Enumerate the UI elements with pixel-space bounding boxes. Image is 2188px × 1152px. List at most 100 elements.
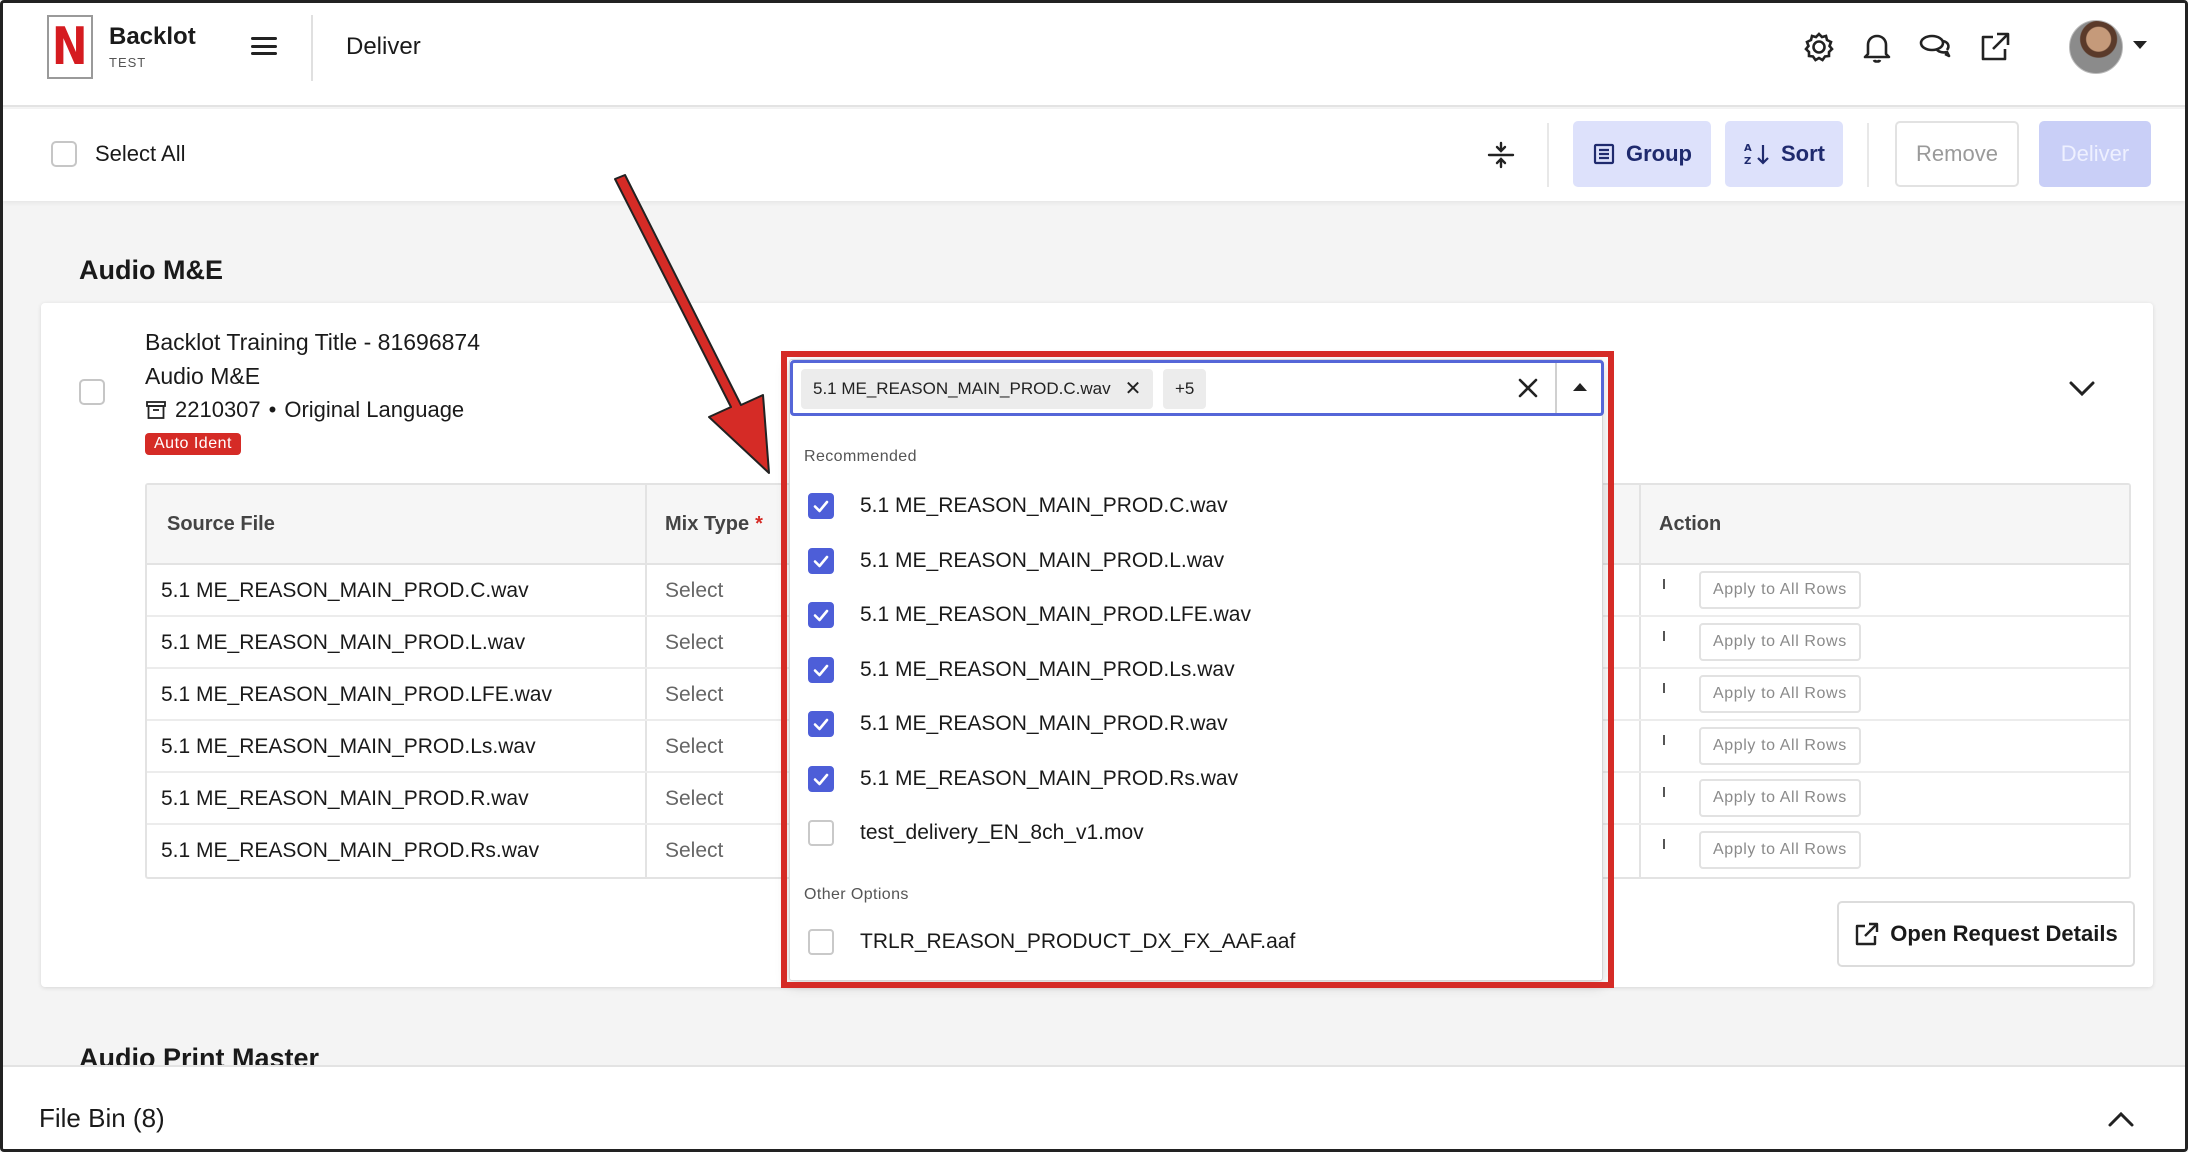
- gear-icon[interactable]: [1801, 29, 1837, 65]
- request-title: Backlot Training Title - 81696874: [145, 329, 480, 355]
- select-all-checkbox[interactable]: [51, 141, 77, 167]
- chevron-up-icon[interactable]: [1573, 383, 1587, 391]
- open-request-details-button[interactable]: Open Request Details: [1837, 901, 2135, 967]
- request-checkbox[interactable]: [79, 379, 105, 405]
- source-file-cell: 5.1 ME_REASON_MAIN_PROD.Rs.wav: [161, 839, 540, 862]
- svg-text:A: A: [1744, 143, 1752, 154]
- option-label: 5.1 ME_REASON_MAIN_PROD.L.wav: [860, 548, 1225, 572]
- option-checkbox[interactable]: [808, 711, 834, 737]
- selected-file-chip[interactable]: 5.1 ME_REASON_MAIN_PROD.C.wav ✕: [801, 369, 1154, 409]
- apply-to-all-rows-button[interactable]: Apply to All Rows: [1699, 831, 1861, 869]
- toolbar-divider: [1547, 123, 1549, 187]
- clear-selection-icon[interactable]: [1513, 373, 1543, 403]
- dropdown-option[interactable]: 5.1 ME_REASON_MAIN_PROD.C.wav: [808, 486, 1578, 526]
- chat-icon[interactable]: [1917, 29, 1953, 65]
- brand-name: Backlot: [109, 23, 196, 50]
- option-checkbox[interactable]: [808, 547, 834, 574]
- option-checkbox[interactable]: [808, 493, 834, 519]
- option-checkbox[interactable]: [808, 765, 834, 792]
- dropdown-option[interactable]: test_delivery_EN_8ch_v1.mov: [808, 813, 1578, 853]
- column-divider: [645, 669, 647, 719]
- sort-button-label: Sort: [1781, 141, 1825, 166]
- dropdown-option[interactable]: TRLR_REASON_PRODUCT_DX_FX_AAF.aaf: [808, 922, 1578, 962]
- column-divider: [645, 773, 647, 823]
- menu-icon[interactable]: [251, 35, 277, 57]
- check-icon: [813, 718, 829, 731]
- check-icon: [813, 609, 829, 622]
- mix-type-select[interactable]: Select: [665, 839, 723, 863]
- selected-file-chip-label: 5.1 ME_REASON_MAIN_PROD.C.wav: [813, 379, 1111, 398]
- avatar[interactable]: [2069, 20, 2123, 74]
- option-checkbox[interactable]: [808, 602, 834, 628]
- apply-to-all-rows-button[interactable]: Apply to All Rows: [1699, 779, 1861, 817]
- row-tick: [1663, 631, 1665, 641]
- column-divider: [645, 721, 647, 771]
- option-checkbox[interactable]: [808, 656, 834, 683]
- dropdown-option[interactable]: 5.1 ME_REASON_MAIN_PROD.Rs.wav: [808, 759, 1578, 799]
- mix-type-select[interactable]: Select: [665, 735, 723, 759]
- brand-logo[interactable]: N: [47, 15, 93, 79]
- dropdown-option[interactable]: 5.1 ME_REASON_MAIN_PROD.Ls.wav: [808, 650, 1578, 690]
- column-divider: [1639, 721, 1641, 771]
- bell-icon[interactable]: [1859, 29, 1895, 65]
- option-label: TRLR_REASON_PRODUCT_DX_FX_AAF.aaf: [860, 930, 1296, 953]
- request-language: Original Language: [284, 397, 465, 422]
- option-checkbox[interactable]: [808, 929, 834, 955]
- source-file-multiselect[interactable]: 5.1 ME_REASON_MAIN_PROD.C.wav ✕ +5: [790, 360, 1604, 416]
- top-header: N Backlot TEST Deliver: [3, 3, 2185, 107]
- apply-to-all-rows-button[interactable]: Apply to All Rows: [1699, 623, 1861, 661]
- toolbar-divider: [1867, 123, 1869, 187]
- dropdown-option[interactable]: 5.1 ME_REASON_MAIN_PROD.LFE.wav: [808, 595, 1578, 635]
- request-id: 2210307: [175, 397, 261, 422]
- auto-ident-badge: Auto Ident: [145, 433, 241, 455]
- column-divider: [1639, 669, 1641, 719]
- collapse-rows-icon[interactable]: [1485, 139, 1517, 171]
- apply-to-all-rows-button[interactable]: Apply to All Rows: [1699, 727, 1861, 765]
- apply-to-all-rows-button[interactable]: Apply to All Rows: [1699, 571, 1861, 609]
- sort-az-icon: A Z: [1744, 143, 1769, 167]
- option-checkbox[interactable]: [808, 820, 834, 846]
- archive-icon: [146, 401, 166, 419]
- source-file-cell: 5.1 ME_REASON_MAIN_PROD.LFE.wav: [161, 683, 552, 706]
- source-file-cell: 5.1 ME_REASON_MAIN_PROD.Ls.wav: [161, 735, 536, 758]
- chip-remove-icon[interactable]: ✕: [1125, 379, 1142, 399]
- request-meta: 2210307 • Original Language: [145, 397, 464, 423]
- option-label: 5.1 ME_REASON_MAIN_PROD.R.wav: [860, 712, 1228, 735]
- group-button[interactable]: Group: [1573, 121, 1711, 187]
- row-tick: [1663, 787, 1665, 797]
- chevron-down-icon[interactable]: [2065, 371, 2099, 405]
- required-mark: *: [755, 513, 763, 535]
- dropdown-option[interactable]: 5.1 ME_REASON_MAIN_PROD.R.wav: [808, 704, 1578, 744]
- mix-type-select[interactable]: Select: [665, 787, 723, 811]
- file-bin-panel[interactable]: File Bin (8): [3, 1065, 2185, 1149]
- header-mix-type: Mix Type *: [665, 513, 763, 536]
- mix-type-select[interactable]: Select: [665, 631, 723, 655]
- chevron-up-icon[interactable]: [2103, 1101, 2139, 1137]
- column-divider: [1639, 485, 1641, 563]
- dropdown-option[interactable]: 5.1 ME_REASON_MAIN_PROD.L.wav: [808, 541, 1578, 581]
- apply-to-all-rows-button[interactable]: Apply to All Rows: [1699, 675, 1861, 713]
- column-divider: [645, 825, 647, 877]
- option-label: 5.1 ME_REASON_MAIN_PROD.Rs.wav: [860, 766, 1239, 790]
- row-tick: [1663, 839, 1665, 849]
- header-divider: [311, 15, 313, 81]
- account-caret-icon[interactable]: [2133, 41, 2147, 49]
- mix-type-select[interactable]: Select: [665, 579, 723, 603]
- deliver-button[interactable]: Deliver: [2039, 121, 2151, 187]
- external-link-icon[interactable]: [1977, 29, 2013, 65]
- source-file-cell: 5.1 ME_REASON_MAIN_PROD.L.wav: [161, 631, 526, 654]
- file-bin-title: File Bin (8): [39, 1103, 165, 1133]
- column-divider: [1639, 565, 1641, 615]
- check-icon: [813, 664, 829, 676]
- svg-text:Z: Z: [1744, 156, 1751, 167]
- check-icon: [813, 555, 829, 567]
- group-button-label: Group: [1626, 141, 1692, 166]
- sort-button[interactable]: A Z Sort: [1725, 121, 1843, 187]
- group-other-options: Other Options: [804, 886, 909, 903]
- app-window: N Backlot TEST Deliver Select All Group …: [0, 0, 2188, 1152]
- list-icon: [1593, 143, 1615, 165]
- remove-button[interactable]: Remove: [1895, 121, 2019, 187]
- more-selected-chip[interactable]: +5: [1163, 369, 1207, 409]
- mix-type-select[interactable]: Select: [665, 683, 723, 707]
- header-action: Action: [1659, 513, 1722, 535]
